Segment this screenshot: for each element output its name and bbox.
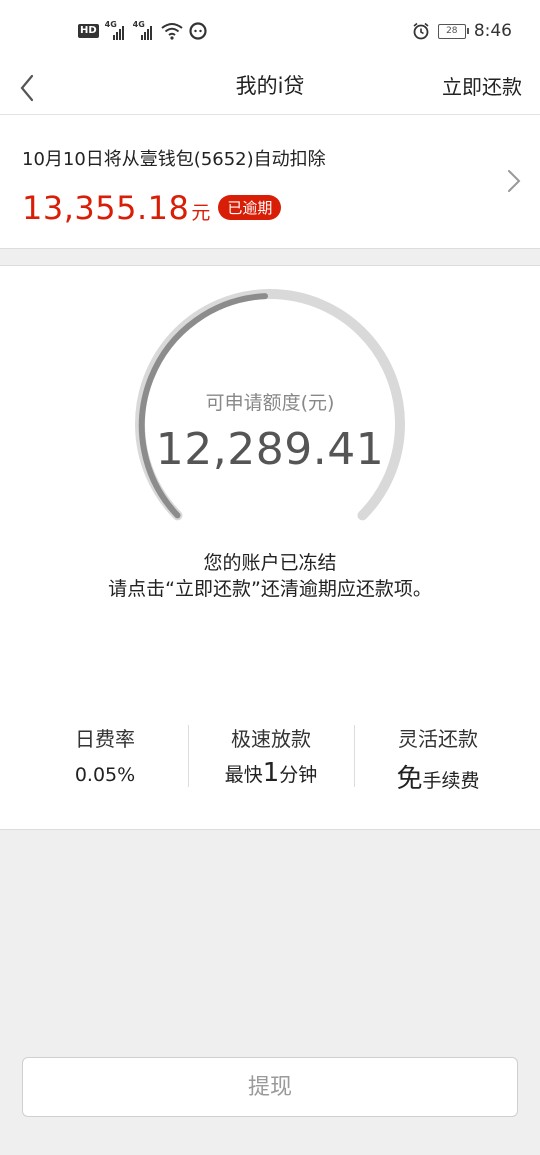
signal-icon: 4G [132,20,155,40]
battery-icon: 28 [437,23,469,39]
feature-value-suffix: 分钟 [279,764,318,786]
status-bar: HD 4G 4G 28 8:46 [0,0,540,62]
message-app-icon [189,22,207,40]
credit-quota-card: 可申请额度(元) 12,289.41 您的账户已冻结 请点击“立即还款”还清逾期… [0,265,540,684]
bill-summary-card[interactable]: 10月10日将从壹钱包(5652)自动扣除 13,355.18 元 已逾期 [0,115,540,249]
hd-badge: HD [78,24,99,38]
feature-value: 免手续费 [348,758,528,795]
status-bar-left: HD 4G 4G [78,20,207,42]
feature-fast-loan: 极速放款 最快1分钟 [181,723,361,788]
repay-now-link[interactable]: 立即还款 [442,71,522,100]
feature-value: 0.05% [15,758,195,788]
status-time: 8:46 [473,21,512,41]
withdraw-button[interactable]: 提现 [22,1057,518,1117]
feature-value-prefix: 最快 [224,764,263,786]
nav-bar: 我的i贷 立即还款 [0,62,540,115]
quota-value: 12,289.41 [155,424,385,475]
status-bar-right: 28 8:46 [412,20,512,42]
feature-title: 灵活还款 [398,727,478,751]
feature-flexible-repay: 灵活还款 免手续费 [348,723,528,795]
feature-strip: 日费率 0.05% 极速放款 最快1分钟 灵活还款 免手续费 [0,683,540,830]
signal-icon: 4G [104,20,127,40]
feature-value: 最快1分钟 [181,758,361,788]
feature-value-suffix: 手续费 [422,770,480,792]
chevron-right-icon [508,170,521,192]
signal-network-label: 4G [104,20,117,29]
feature-value-big: 免 [396,764,423,794]
feature-value-suffix: 0.05% [74,764,136,786]
feature-title: 日费率 [75,727,135,751]
account-frozen-notice: 您的账户已冻结 [203,552,337,574]
wifi-icon [161,23,183,40]
feature-daily-rate: 日费率 0.05% [15,723,195,788]
alarm-icon [413,22,429,40]
bill-amount: 13,355.18 [22,189,190,227]
overdue-badge: 已逾期 [218,195,282,220]
quota-label: 可申请额度(元) [205,392,335,414]
signal-network-label: 4G [132,20,145,29]
feature-value-big: 1 [262,758,280,788]
bill-amount-row: 13,355.18 元 已逾期 [22,189,282,227]
auto-deduct-notice: 10月10日将从壹钱包(5652)自动扣除 [22,149,326,170]
bill-amount-unit: 元 [191,202,211,224]
feature-title: 极速放款 [231,727,311,751]
repay-instruction: 请点击“立即还款”还清逾期应还款项。 [108,578,432,600]
